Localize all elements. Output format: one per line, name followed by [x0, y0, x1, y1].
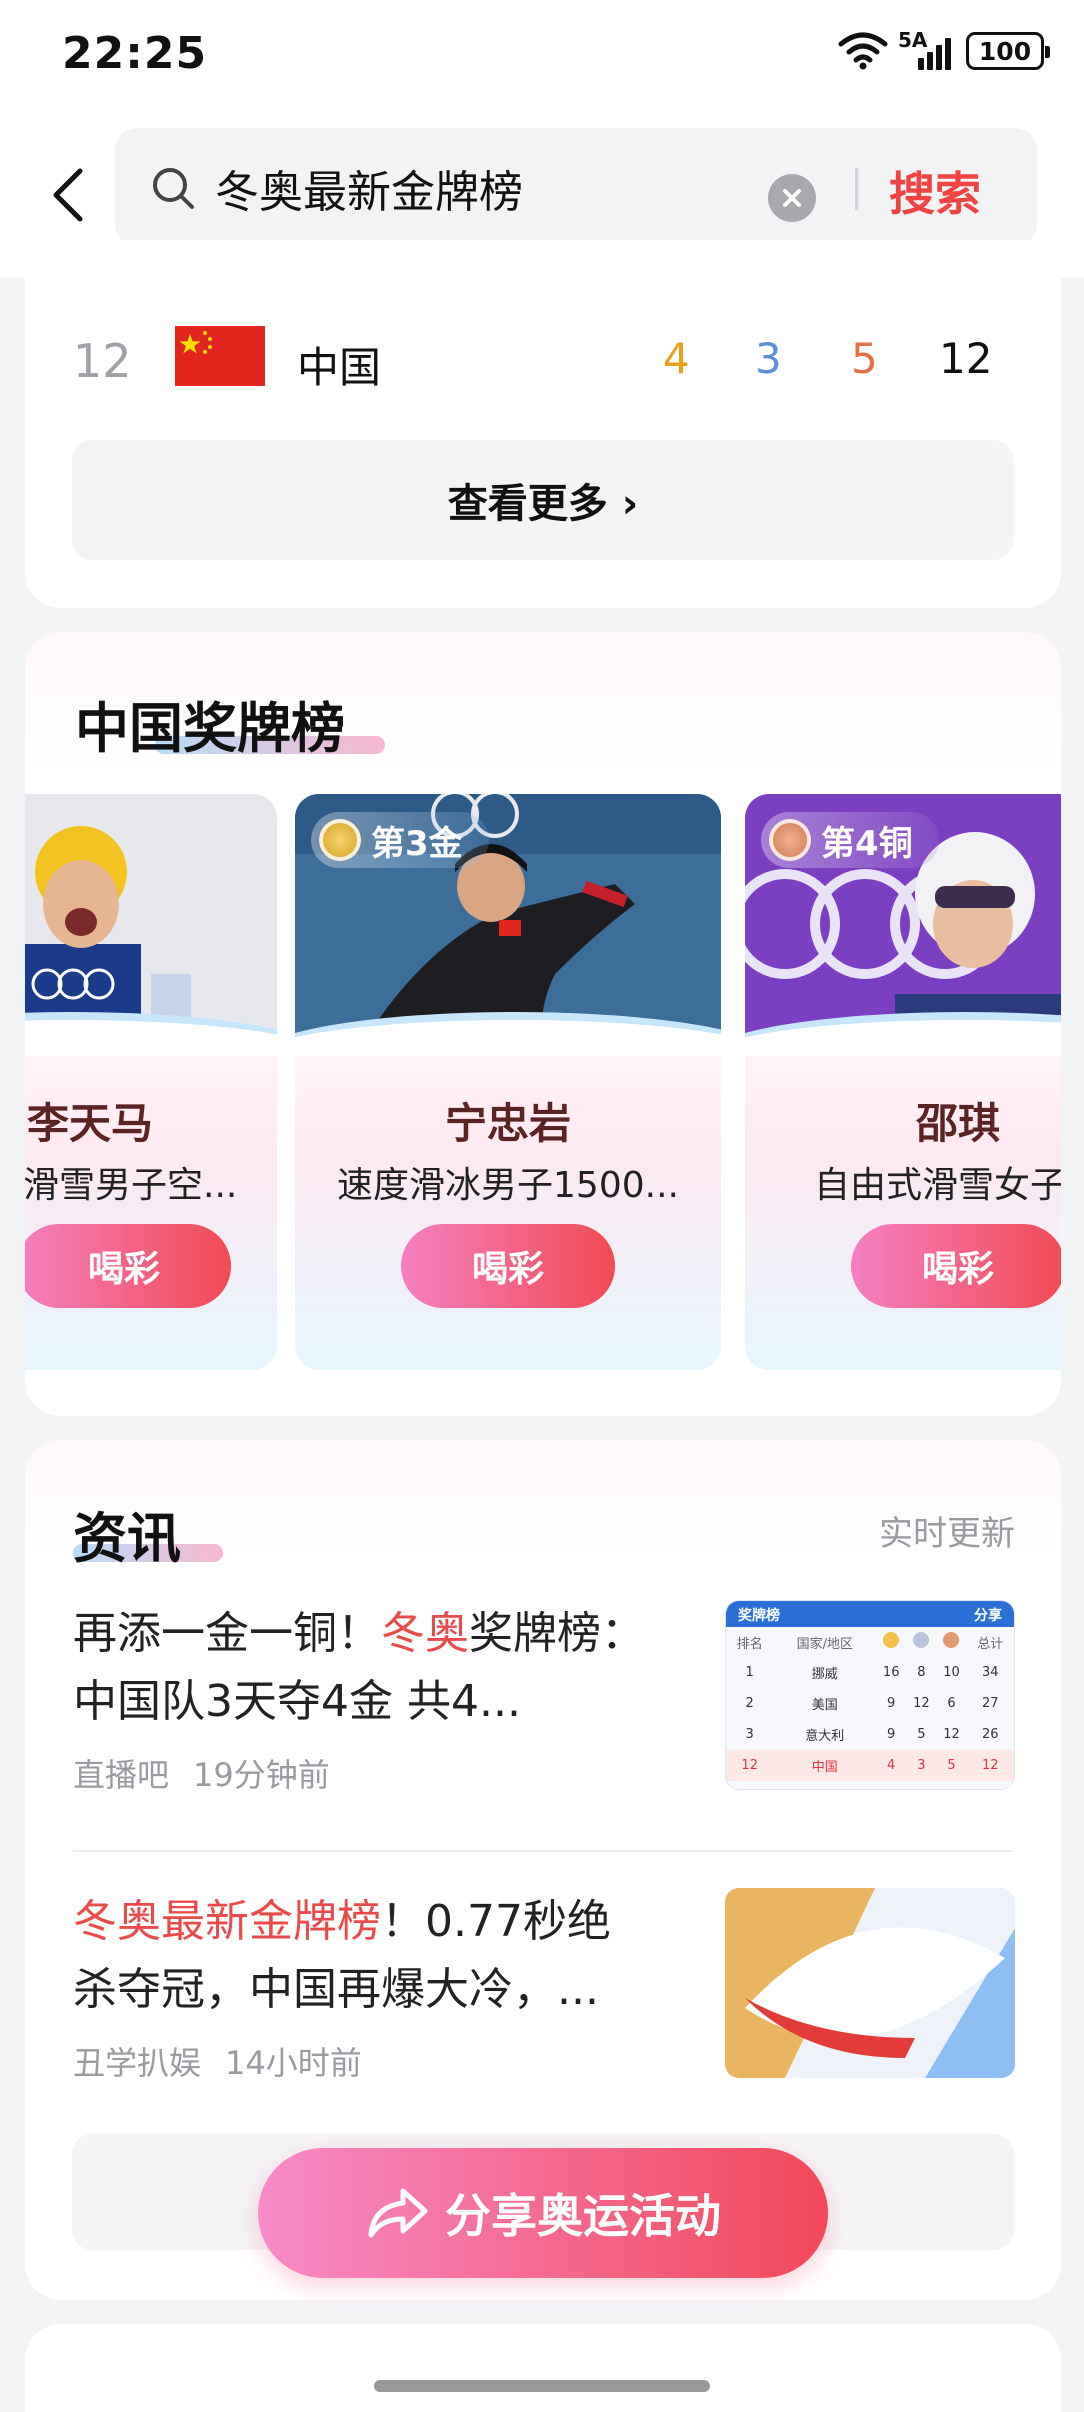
- medal-rank-badge: 第4铜: [761, 812, 939, 868]
- news-source: 直播吧: [73, 1756, 170, 1794]
- athlete-name: 邵琪: [915, 1099, 1000, 1148]
- cheer-button[interactable]: 喝彩: [401, 1224, 615, 1308]
- close-icon: [783, 189, 801, 207]
- athlete-name: 李天马: [27, 1099, 154, 1148]
- athlete-event: 速度滑冰男子1500...: [337, 1165, 679, 1206]
- next-card: [25, 2324, 1061, 2412]
- athlete-card[interactable]: 李天马 滑雪男子空... 喝彩: [25, 794, 277, 1370]
- share-olympics-button[interactable]: 分享奥运活动: [258, 2148, 828, 2278]
- news-source: 丑学扒娱: [73, 2044, 202, 2082]
- search-submit-button[interactable]: 搜索: [889, 158, 981, 224]
- athlete-event: 自由式滑雪女子空: [813, 1165, 1061, 1206]
- live-update-label: 实时更新: [879, 1514, 1015, 1554]
- rank: 12: [73, 334, 132, 388]
- status-icons: 5A 100: [838, 28, 1050, 70]
- news-title: 再添一金一铜！冬奥奖牌榜：中国队3天夺4金 共4...: [73, 1608, 645, 1727]
- news-divider: [73, 1850, 1013, 1852]
- search-box[interactable]: 搜索: [115, 128, 1037, 246]
- back-button[interactable]: [42, 160, 92, 230]
- share-label: 分享奥运活动: [445, 2189, 721, 2243]
- gold-medal-icon: [319, 819, 361, 861]
- battery-icon: 100: [966, 32, 1050, 70]
- search-divider: [855, 168, 858, 210]
- wifi-icon: [838, 32, 888, 70]
- cheer-button[interactable]: 喝彩: [851, 1224, 1061, 1308]
- country-name: 中国: [297, 343, 382, 392]
- cheer-button[interactable]: 喝彩: [25, 1224, 231, 1308]
- china-flag-icon: [175, 326, 265, 386]
- athlete-event: 滑雪男子空...: [25, 1165, 238, 1206]
- news-item[interactable]: 再添一金一铜！冬奥奖牌榜：中国队3天夺4金 共4... 直播吧 19分钟前 奖牌榜…: [73, 1600, 1015, 1796]
- news-title: 冬奥最新金牌榜！0.77秒绝杀夺冠，中国再爆大冷，...: [73, 1896, 611, 2015]
- total-count: 12: [939, 334, 993, 383]
- news-time: 14小时前: [225, 2044, 362, 2082]
- news-item[interactable]: 冬奥最新金牌榜！0.77秒绝杀夺冠，中国再爆大冷，... 丑学扒娱 14小时前: [73, 1888, 1015, 2084]
- medal-rank-badge: 第3金: [311, 812, 489, 868]
- status-time: 22:25: [62, 28, 208, 79]
- bronze-count: 5: [851, 334, 878, 383]
- chevron-left-icon: [53, 168, 83, 222]
- search-input[interactable]: [215, 158, 855, 218]
- silver-count: 3: [755, 334, 782, 383]
- athlete-photo: [25, 794, 277, 1056]
- china-medals-card: 中国奖牌榜 李天马 滑雪男子空... 喝彩 第3金 宁忠岩 速度滑冰男子1500…: [25, 632, 1061, 1416]
- home-indicator[interactable]: [374, 2380, 710, 2392]
- gold-count: 4: [663, 334, 690, 383]
- view-more-button[interactable]: 查看更多 ›: [72, 440, 1014, 560]
- search-icon: [153, 168, 194, 209]
- section-title: 中国奖牌榜: [75, 697, 345, 760]
- news-thumbnail: [725, 1888, 1015, 2078]
- section-title: 资讯: [73, 1507, 181, 1570]
- athlete-carousel[interactable]: 李天马 滑雪男子空... 喝彩 第3金 宁忠岩 速度滑冰男子1500... 喝彩…: [25, 794, 1061, 1370]
- athlete-name: 宁忠岩: [444, 1099, 571, 1148]
- news-thumbnail: 奖牌榜 分享 排名 国家/地区 总计 1 挪威 16 8 10 34 2 美国 9 12 6 27 3意…: [725, 1600, 1015, 1790]
- status-bar: 22:25 5A 100: [0, 0, 1084, 112]
- athlete-card[interactable]: 第4铜 邵琪 自由式滑雪女子空 喝彩: [745, 794, 1061, 1370]
- news-time: 19分钟前: [193, 1756, 330, 1794]
- share-icon: [368, 2188, 428, 2238]
- badge-label: 第4铜: [821, 823, 913, 864]
- bronze-medal-icon: [769, 819, 811, 861]
- athlete-card[interactable]: 第3金 宁忠岩 速度滑冰男子1500... 喝彩: [295, 794, 721, 1370]
- medal-table-card: 12 中国 4 3 5 12 查看更多 ›: [25, 240, 1061, 608]
- signal-icon: 5A: [898, 28, 956, 70]
- thumb-medal-table: 排名 国家/地区 总计 1 挪威 16 8 10 34 2 美国 9 12 6 27 3 意大利 9 5 12…: [726, 1627, 1014, 1781]
- medal-table-row[interactable]: 12 中国 4 3 5 12: [25, 324, 1061, 396]
- badge-label: 第3金: [371, 823, 463, 864]
- clear-button[interactable]: [768, 174, 816, 222]
